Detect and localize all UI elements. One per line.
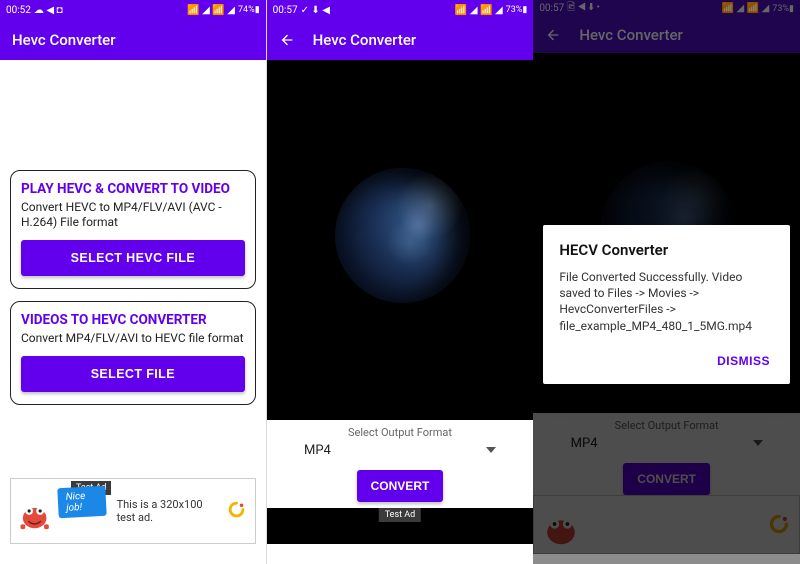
app-title: Hevc Converter (313, 31, 417, 49)
dropdown-selected: MP4 (304, 443, 331, 458)
status-battery: 74%▮ (238, 5, 260, 15)
status-left-icons: ✓ ⬇ ◀ (301, 5, 330, 16)
card-subtitle: Convert MP4/FLV/AVI to HEVC file format (21, 331, 245, 346)
convert-button[interactable]: CONVERT (357, 470, 444, 502)
card-title: PLAY HEVC & CONVERT TO VIDEO (21, 181, 245, 197)
screen-home: 00:52 ☁ ◀ ◘ 📶 ◢ 📶 ◢ 74%▮ Hevc Converter … (0, 0, 267, 564)
dialog-title: HECV Converter (559, 241, 774, 259)
screen-result-dialog: 00:57 🖻 ◀ ⬇ • 📶 ◢ 📶 ◢ 73%▮ Hevc Converte… (533, 0, 800, 564)
screen-convert: 00:57 ✓ ⬇ ◀ 📶 ◢ 📶 ◢ 73%▮ Hevc Converter … (267, 0, 534, 564)
status-bar: 00:57 ✓ ⬇ ◀ 📶 ◢ 📶 ◢ 73%▮ (267, 0, 534, 20)
status-time: 00:52 (6, 5, 31, 16)
dialog-message: File Converted Successfully. Video saved… (559, 269, 774, 334)
ad-banner[interactable]: Test Ad (267, 508, 534, 544)
card-videos-to-hevc: VIDEOS TO HEVC CONVERTER Convert MP4/FLV… (10, 301, 256, 405)
back-arrow-icon[interactable] (279, 32, 295, 48)
output-format-label: Select Output Format (348, 426, 452, 439)
success-dialog: HECV Converter File Converted Successful… (543, 225, 790, 384)
card-subtitle: Convert HEVC to MP4/FLV/AVI (AVC - H.264… (21, 200, 245, 230)
ad-banner[interactable]: Test Ad Nice job! This is a 320x100 test… (10, 478, 256, 544)
ad-badge: Test Ad (379, 508, 421, 522)
video-preview[interactable] (267, 60, 534, 420)
card-title: VIDEOS TO HEVC CONVERTER (21, 312, 245, 328)
app-bar: Hevc Converter (0, 20, 266, 60)
admob-logo-icon (228, 501, 245, 521)
ad-monster-icon (15, 488, 54, 534)
app-bar: Hevc Converter (267, 20, 534, 60)
output-format-dropdown[interactable]: MP4 (300, 441, 500, 462)
select-hevc-file-button[interactable]: SELECT HEVC FILE (21, 240, 245, 276)
status-time: 00:57 (273, 5, 298, 16)
ad-bubble: Nice job! (58, 486, 108, 518)
dismiss-button[interactable]: DISMISS (713, 348, 774, 374)
app-title: Hevc Converter (12, 31, 116, 49)
status-bar: 00:52 ☁ ◀ ◘ 📶 ◢ 📶 ◢ 74%▮ (0, 0, 266, 20)
status-right-icons: 📶 ◢ 📶 ◢ (455, 5, 503, 16)
card-play-hevc: PLAY HEVC & CONVERT TO VIDEO Convert HEV… (10, 170, 256, 289)
status-left-icons: ☁ ◀ ◘ (34, 5, 63, 16)
ad-text: This is a 320x100 test ad. (117, 498, 224, 524)
status-right-icons: 📶 ◢ 📶 ◢ (187, 5, 235, 16)
earth-image-icon (335, 168, 470, 303)
select-file-button[interactable]: SELECT FILE (21, 356, 245, 392)
chevron-down-icon (486, 447, 496, 453)
status-battery: 73%▮ (506, 5, 528, 15)
